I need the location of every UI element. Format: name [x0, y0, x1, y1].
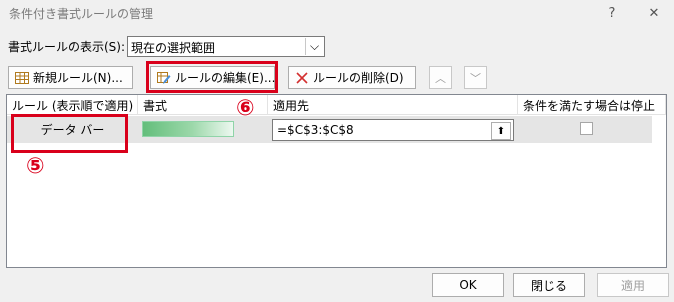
- annotation-number-5: ⑤: [26, 154, 45, 179]
- close-icon: ✕: [648, 5, 660, 21]
- collapse-dialog-button[interactable]: ⬆: [491, 122, 511, 140]
- delete-icon: [295, 71, 309, 85]
- window-title: 条件付き書式ルールの管理: [9, 7, 154, 21]
- help-button[interactable]: ?: [592, 0, 632, 26]
- close-window-button[interactable]: ✕: [634, 0, 674, 26]
- chevron-down-icon[interactable]: ⌵: [305, 38, 323, 55]
- show-rules-value: 現在の選択範囲: [131, 41, 216, 55]
- new-rule-label: 新規ルール(N)...: [33, 71, 123, 85]
- chevron-down-icon: ﹀: [470, 71, 481, 85]
- data-bar-format-preview: [142, 121, 234, 137]
- delete-rule-button[interactable]: ルールの削除(D): [288, 66, 416, 89]
- move-up-button[interactable]: ︿: [429, 66, 452, 89]
- new-rule-button[interactable]: 新規ルール(N)...: [8, 66, 133, 89]
- delete-rule-label: ルールの削除(D): [313, 71, 404, 85]
- close-button[interactable]: 閉じる: [513, 273, 585, 297]
- column-header-rule[interactable]: ルール (表示順で適用): [7, 95, 138, 115]
- annotation-number-6: ⑥: [236, 96, 255, 121]
- column-header-stop-if-true[interactable]: 条件を満たす場合は停止: [518, 95, 666, 115]
- apply-button[interactable]: 適用: [597, 273, 669, 297]
- move-down-button[interactable]: ﹀: [464, 66, 487, 89]
- help-icon: ?: [608, 5, 616, 21]
- stop-if-true-checkbox[interactable]: [580, 122, 593, 135]
- show-rules-select[interactable]: 現在の選択範囲 ⌵: [127, 36, 325, 57]
- collapse-arrow-icon: ⬆: [496, 125, 506, 137]
- annotation-box-rule: [11, 114, 128, 153]
- ok-button[interactable]: OK: [432, 273, 504, 297]
- column-header-applies-to[interactable]: 適用先: [268, 95, 518, 115]
- applies-to-value: =$C$3:$C$8: [277, 123, 354, 137]
- chevron-up-icon: ︿: [435, 71, 446, 85]
- applies-to-input[interactable]: =$C$3:$C$8 ⬆: [272, 119, 514, 141]
- annotation-box-edit: [146, 61, 278, 93]
- new-rule-icon: [15, 71, 29, 85]
- show-rules-label: 書式ルールの表示(S):: [8, 40, 126, 54]
